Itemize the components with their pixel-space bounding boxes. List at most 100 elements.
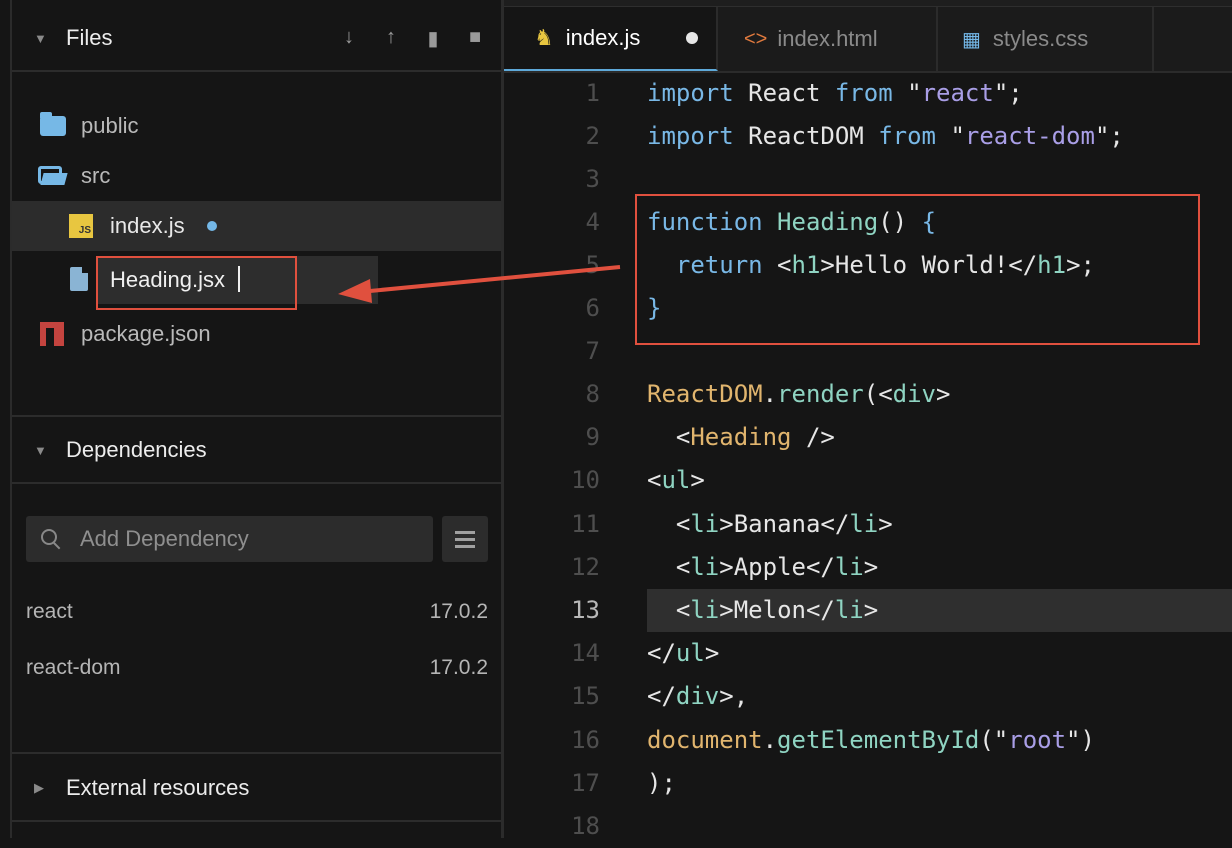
dependency-menu-button[interactable] — [442, 516, 488, 562]
tree-item-src[interactable]: src — [12, 153, 501, 199]
code-token: "; — [1094, 122, 1124, 150]
highlight-box — [635, 194, 1200, 345]
line-number: 16 — [571, 726, 600, 754]
code-text: ReactDOM.render(<div> — [647, 373, 950, 416]
tree-item-label: package.json — [81, 321, 211, 346]
code-token: /> — [791, 423, 835, 451]
code-line[interactable]: 17); — [504, 762, 1232, 805]
tree-item-label: index.js — [110, 213, 185, 238]
code-token: li — [690, 596, 720, 624]
code-token: >, — [719, 682, 749, 710]
code-token: ReactDOM — [647, 380, 763, 408]
line-number: 9 — [585, 423, 600, 451]
code-token: from — [878, 122, 936, 150]
code-token: getElementById — [777, 726, 980, 754]
line-number: 13 — [571, 596, 600, 624]
code-token: div — [675, 682, 720, 710]
code-line[interactable]: 12 <li>Apple</li> — [504, 546, 1232, 589]
code-token: Heading — [690, 423, 792, 451]
unsaved-dot-icon — [686, 32, 699, 44]
code-line[interactable]: 1 import React from "react"; — [504, 72, 1232, 115]
divider — [12, 482, 501, 484]
unsaved-dot-icon — [206, 221, 217, 231]
collapse-icon[interactable]: ▼ — [34, 443, 56, 458]
html-icon: <> — [744, 27, 768, 50]
code-token: import — [647, 79, 734, 107]
upload-icon[interactable]: ↑ — [381, 26, 401, 51]
code-token: > — [878, 510, 893, 538]
code-line[interactable]: 18 — [504, 805, 1232, 848]
new-file-icon[interactable]: ▮ — [423, 26, 443, 51]
dependency-version: 17.0.2 — [429, 656, 488, 679]
code-line[interactable]: 9 <Heading /> — [504, 416, 1232, 459]
dependency-row-react-dom[interactable]: react-dom 17.0.2 — [26, 648, 488, 688]
code-token: " — [936, 122, 965, 150]
code-line[interactable]: 15 </div>, — [504, 675, 1232, 718]
code-token: < — [647, 553, 691, 581]
code-line[interactable]: 14 </ul> — [504, 632, 1232, 675]
line-number: 7 — [585, 337, 600, 365]
dependency-name: react-dom — [26, 656, 121, 679]
js-file-icon: ♞ — [534, 25, 554, 50]
code-token: </ — [647, 639, 676, 667]
add-dependency-placeholder: Add Dependency — [80, 526, 249, 551]
code-token: React — [733, 79, 835, 107]
code-token: > — [704, 639, 720, 667]
code-line[interactable]: 2 import ReactDOM from "react-dom"; — [504, 115, 1232, 158]
code-token: li — [690, 553, 720, 581]
tab-styles-css[interactable]: ▦ styles.css — [938, 7, 1154, 71]
code-token: react — [921, 79, 994, 107]
code-text: <Heading /> — [647, 416, 835, 459]
external-resources-title: External resources — [66, 775, 250, 800]
download-icon[interactable]: ↓ — [339, 26, 359, 51]
folder-open-icon — [38, 166, 66, 186]
code-token: >Melon</ — [719, 596, 835, 624]
external-resources-header[interactable]: ▶ External resources — [12, 756, 501, 820]
tab-label: styles.css — [992, 26, 1089, 51]
code-line[interactable]: 13 <li>Melon</li> — [504, 589, 1232, 632]
code-token: > — [863, 596, 879, 624]
dependency-row-react[interactable]: react 17.0.2 — [26, 592, 488, 632]
line-number: 15 — [571, 682, 600, 710]
tree-item-public[interactable]: public — [12, 103, 501, 149]
collapse-icon[interactable]: ▼ — [34, 31, 56, 46]
tree-item-label: src — [81, 163, 111, 188]
line-number: 17 — [571, 769, 600, 797]
add-dependency-input[interactable]: Add Dependency — [26, 516, 433, 562]
menu-icon-bar — [455, 544, 475, 548]
tree-item-package-json[interactable]: package.json — [12, 311, 501, 357]
expand-icon[interactable]: ▶ — [34, 780, 56, 796]
tab-index-html[interactable]: <> index.html — [718, 7, 938, 71]
tab-index-js[interactable]: ♞ index.js — [504, 7, 718, 71]
menu-icon-bar — [455, 537, 475, 541]
new-folder-icon[interactable]: ■ — [465, 26, 485, 51]
tree-item-index-js[interactable]: JS index.js — [12, 201, 501, 251]
dependencies-section-header[interactable]: ▼ Dependencies — [12, 418, 501, 482]
code-line[interactable]: 10 <ul> — [504, 459, 1232, 502]
dependencies-title: Dependencies — [66, 437, 207, 462]
code-token: render — [777, 380, 864, 408]
code-token: . — [762, 380, 778, 408]
tree-item-label: public — [81, 113, 139, 138]
code-token: ReactDOM — [733, 122, 879, 150]
line-number: 8 — [585, 380, 600, 408]
line-number: 10 — [571, 466, 600, 494]
code-token: li — [690, 510, 720, 538]
code-line[interactable]: 8 ReactDOM.render(<div> — [504, 373, 1232, 416]
code-text: <li>Banana</li> — [647, 503, 893, 546]
code-token: < — [647, 596, 691, 624]
divider — [12, 752, 501, 754]
tab-label: index.js — [565, 25, 641, 50]
code-token: li — [834, 596, 864, 624]
code-text: </div>, — [647, 675, 748, 718]
dependency-version: 17.0.2 — [429, 600, 488, 623]
line-number: 18 — [571, 812, 600, 840]
code-line[interactable]: 11 <li>Banana</li> — [504, 503, 1232, 546]
code-token: div — [892, 380, 937, 408]
code-text: document.getElementById("root") — [647, 719, 1095, 762]
folder-icon — [40, 112, 66, 136]
highlight-box — [96, 256, 297, 310]
js-file-icon: JS — [69, 214, 93, 238]
code-line[interactable]: 16 document.getElementById("root") — [504, 719, 1232, 762]
files-section-header[interactable]: ▼ Files ↓ ↑ ▮ ■ — [12, 6, 501, 70]
